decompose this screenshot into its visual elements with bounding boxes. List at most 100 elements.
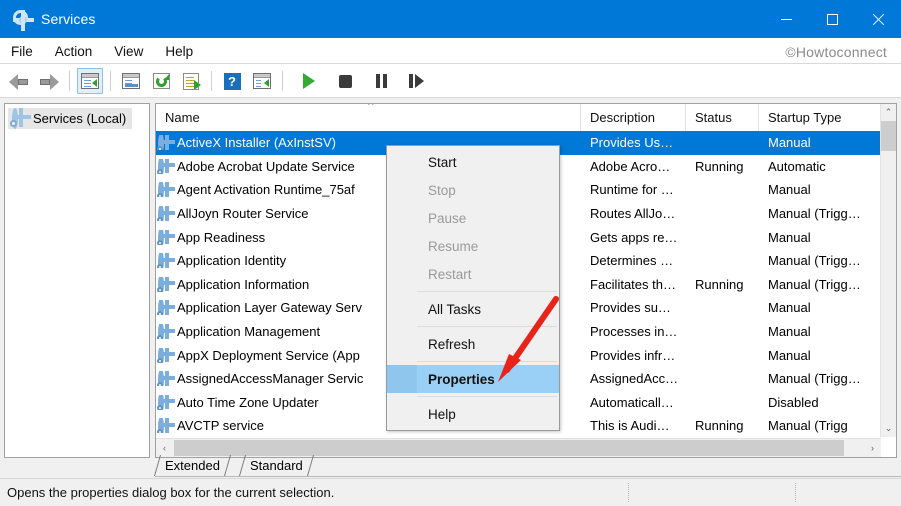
context-menu-gutter xyxy=(387,148,417,176)
close-button[interactable] xyxy=(855,0,901,38)
column-header-startup-type[interactable]: Startup Type xyxy=(759,104,881,131)
service-name-label: Application Layer Gateway Serv xyxy=(177,300,362,316)
service-description-cell: Provides su… xyxy=(590,300,671,316)
refresh-button[interactable] xyxy=(148,68,174,94)
service-startup-cell: Automatic xyxy=(768,158,826,174)
services-gear-icon xyxy=(157,347,173,363)
tab-extended[interactable]: Extended xyxy=(153,455,231,476)
column-header-description[interactable]: Description xyxy=(581,104,686,131)
view-tabs: Extended Standard xyxy=(153,455,901,477)
services-gear-icon xyxy=(157,206,173,222)
context-menu-item-refresh[interactable]: Refresh xyxy=(387,330,559,358)
stop-service-button[interactable] xyxy=(332,68,358,94)
context-menu-gutter xyxy=(387,330,417,358)
services-gear-icon xyxy=(157,394,173,410)
service-description-cell: This is Audi… xyxy=(590,418,670,434)
menu-bar: File Action View Help xyxy=(0,38,901,64)
arrow-right-icon xyxy=(39,73,59,90)
scroll-up-button[interactable]: ⌃ xyxy=(881,104,896,121)
service-name-label: Application Identity xyxy=(177,253,287,269)
close-icon xyxy=(872,13,885,26)
show-hide-console-tree-button[interactable] xyxy=(77,68,103,94)
menu-help[interactable]: Help xyxy=(154,41,204,62)
properties-window-icon xyxy=(122,73,140,89)
services-gear-icon xyxy=(13,10,34,31)
service-description-cell: Runtime for … xyxy=(590,182,674,198)
vertical-scrollbar-thumb[interactable] xyxy=(881,121,896,151)
start-service-button[interactable] xyxy=(296,68,322,94)
watermark-text: ©Howtoconnect xyxy=(785,44,887,60)
list-header: Name Description Status Startup Type xyxy=(156,104,896,132)
service-description-cell: Gets apps re… xyxy=(590,229,678,245)
menu-action[interactable]: Action xyxy=(44,41,104,62)
tabstrip-divider xyxy=(155,476,901,477)
context-menu-item-all-tasks[interactable]: All Tasks › xyxy=(387,295,559,323)
service-name-label: Application Information xyxy=(177,276,310,292)
tab-label: Extended xyxy=(165,458,220,473)
horizontal-scrollbar-thumb[interactable] xyxy=(174,440,844,456)
context-menu-item-restart: Restart xyxy=(387,260,559,288)
vertical-scrollbar[interactable]: ⌃ ⌄ xyxy=(880,104,896,437)
services-gear-icon xyxy=(157,276,173,292)
tab-label: Standard xyxy=(250,458,303,473)
service-status-cell: Running xyxy=(695,276,744,292)
pause-service-button[interactable] xyxy=(368,68,394,94)
context-menu-item-start[interactable]: Start xyxy=(387,148,559,176)
column-header-name[interactable]: Name xyxy=(156,104,581,131)
column-header-status[interactable]: Status xyxy=(686,104,759,131)
service-description-cell: Processes in… xyxy=(590,324,678,340)
back-button[interactable] xyxy=(6,68,32,94)
toolbar-separator xyxy=(110,71,111,91)
context-menu-separator xyxy=(417,326,557,327)
service-startup-cell: Manual xyxy=(768,135,811,151)
export-list-button[interactable] xyxy=(178,68,204,94)
status-bar: Opens the properties dialog box for the … xyxy=(0,478,901,506)
minimize-button[interactable] xyxy=(763,0,809,38)
service-startup-cell: Manual (Trigg… xyxy=(768,276,861,292)
service-status-cell: Running xyxy=(695,418,744,434)
context-menu-item-properties[interactable]: Properties xyxy=(387,365,559,393)
context-menu-item-label: Refresh xyxy=(428,336,476,352)
context-menu-gutter xyxy=(387,176,417,204)
window-title: Services xyxy=(41,11,96,27)
play-icon xyxy=(303,73,315,89)
refresh-icon xyxy=(152,73,170,89)
context-menu-item-label: Stop xyxy=(428,182,456,198)
show-action-pane-button[interactable] xyxy=(249,68,275,94)
context-menu-item-label: Start xyxy=(428,154,457,170)
context-menu-item-label: Pause xyxy=(428,210,467,226)
forward-button[interactable] xyxy=(36,68,62,94)
maximize-button[interactable] xyxy=(809,0,855,38)
context-menu-item-resume: Resume xyxy=(387,232,559,260)
context-menu-item-pause: Pause xyxy=(387,204,559,232)
stop-icon xyxy=(338,74,352,88)
context-menu-item-label: Resume xyxy=(428,238,479,254)
properties-button[interactable] xyxy=(118,68,144,94)
services-gear-icon xyxy=(157,158,173,174)
context-menu-gutter xyxy=(387,400,417,428)
restart-service-button[interactable] xyxy=(404,68,430,94)
context-menu-gutter xyxy=(387,295,417,323)
toolbar-separator xyxy=(282,71,283,91)
service-description-cell: Adobe Acro… xyxy=(590,158,671,174)
toolbar-separator xyxy=(69,71,70,91)
services-gear-icon xyxy=(157,300,173,316)
service-description-cell: Facilitates th… xyxy=(590,276,676,292)
status-bar-divider xyxy=(628,483,630,502)
help-button[interactable]: ? xyxy=(219,68,245,94)
menu-view[interactable]: View xyxy=(103,41,154,62)
scroll-down-button[interactable]: ⌄ xyxy=(881,420,896,437)
toolbar-separator xyxy=(211,71,212,91)
context-menu-item-help[interactable]: Help xyxy=(387,400,559,428)
service-startup-cell: Manual (Trigg xyxy=(768,418,848,434)
tab-standard[interactable]: Standard xyxy=(238,455,314,476)
context-menu-gutter xyxy=(387,365,417,393)
menu-file[interactable]: File xyxy=(0,41,44,62)
services-window: Services File Action View Help ©Howtocon… xyxy=(0,0,901,506)
arrow-left-icon xyxy=(9,73,29,90)
minimize-icon xyxy=(780,18,792,20)
service-startup-cell: Manual (Trigg… xyxy=(768,206,861,222)
tree-item-services-local[interactable]: Services (Local) xyxy=(8,108,133,129)
services-gear-icon xyxy=(157,229,173,245)
service-description-cell: Automaticall… xyxy=(590,394,674,410)
